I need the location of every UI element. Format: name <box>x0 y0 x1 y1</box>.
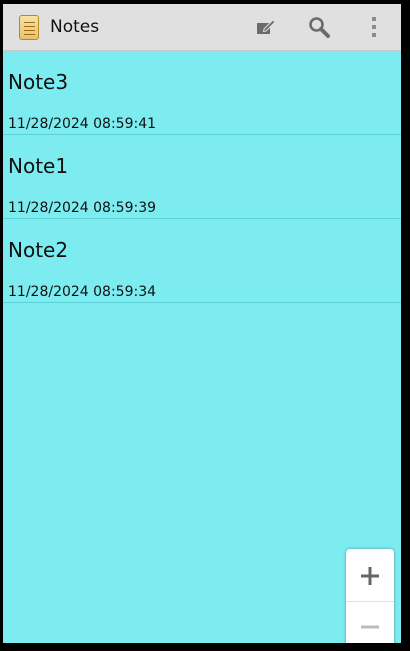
zoom-controls <box>346 549 394 643</box>
edit-note-icon <box>257 19 276 34</box>
new-note-button[interactable] <box>251 12 281 42</box>
note-list-item[interactable]: Note1 11/28/2024 08:59:39 <box>3 135 401 219</box>
action-bar: Notes <box>3 4 401 51</box>
note-title: Note1 <box>8 154 69 178</box>
more-vert-icon <box>372 17 376 37</box>
note-title: Note3 <box>8 70 69 94</box>
plus-icon <box>361 567 379 585</box>
overflow-menu-button[interactable] <box>359 12 389 42</box>
zoom-out-button[interactable] <box>346 601 394 643</box>
notepad-icon <box>19 15 39 40</box>
note-list-item[interactable]: Note2 11/28/2024 08:59:34 <box>3 219 401 303</box>
minus-icon <box>361 625 379 629</box>
notes-list: Note3 11/28/2024 08:59:41 Note1 11/28/20… <box>3 51 401 303</box>
note-date: 11/28/2024 08:59:41 <box>8 116 157 132</box>
note-date: 11/28/2024 08:59:34 <box>8 284 157 300</box>
app-screen: Notes Note3 11/28/2024 08:59:41 Note1 11… <box>3 4 401 643</box>
app-title: Notes <box>50 17 100 37</box>
note-date: 11/28/2024 08:59:39 <box>8 200 157 216</box>
note-title: Note2 <box>8 238 69 262</box>
zoom-in-button[interactable] <box>346 551 394 601</box>
search-icon <box>309 17 330 38</box>
note-list-item[interactable]: Note3 11/28/2024 08:59:41 <box>3 51 401 135</box>
search-button[interactable] <box>304 12 334 42</box>
